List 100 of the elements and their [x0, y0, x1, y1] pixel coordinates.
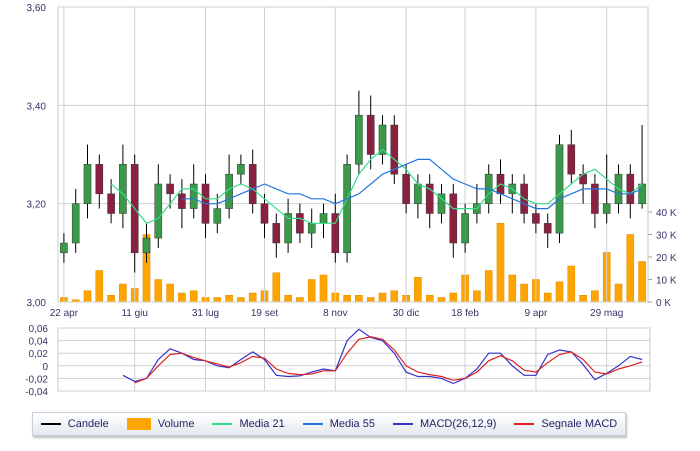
- candle: [72, 188, 80, 254]
- axis-label: 3,20: [26, 200, 46, 211]
- axis-label: 0,06: [28, 324, 48, 335]
- candle: [296, 203, 304, 244]
- volume-bar: [556, 282, 564, 302]
- axis-label: 3,60: [26, 3, 46, 14]
- axis-label: 3,40: [26, 101, 46, 112]
- candle: [107, 178, 115, 224]
- volume-bar: [272, 272, 280, 302]
- volume-bar: [154, 279, 162, 302]
- candle: [496, 158, 504, 204]
- legend-label: Segnale MACD: [541, 416, 618, 432]
- candle: [202, 174, 210, 239]
- candle: [520, 174, 528, 224]
- volume-bar: [225, 295, 233, 302]
- candle: [602, 154, 610, 224]
- volume-bar: [248, 292, 256, 302]
- volume-bar: [626, 234, 634, 302]
- axis-label: 40 K: [656, 208, 677, 219]
- volume-bar: [237, 297, 245, 302]
- candle: [414, 174, 422, 219]
- candle: [626, 164, 634, 219]
- volume-bar: [119, 284, 127, 302]
- volume-bar: [438, 297, 446, 302]
- volume-bar: [343, 295, 351, 302]
- axis-label: 0,02: [28, 349, 48, 360]
- candle: [532, 203, 540, 234]
- volume-bar: [366, 297, 374, 302]
- candle: [438, 184, 446, 224]
- axis-label: -0,02: [25, 374, 48, 386]
- volume-bar: [60, 297, 68, 302]
- volume-bar: [308, 279, 316, 302]
- legend-label: Media 55: [330, 416, 375, 432]
- volume-bar: [72, 300, 80, 302]
- candle: [260, 193, 268, 239]
- candle: [214, 193, 222, 234]
- volume-bar: [450, 292, 458, 302]
- candle: [320, 203, 328, 239]
- candle: [402, 164, 410, 214]
- volume-bar: [426, 295, 434, 302]
- legend-label: MACD(26,12,9): [420, 416, 496, 432]
- volume-bar: [638, 261, 646, 302]
- volume-bar: [544, 292, 552, 302]
- candle: [544, 213, 552, 248]
- candle: [237, 154, 245, 184]
- volume-bar: [190, 290, 198, 302]
- candle: [614, 164, 622, 214]
- candle: [308, 208, 316, 248]
- volume-bar: [568, 266, 576, 302]
- candle: [579, 164, 587, 204]
- candle: [461, 203, 469, 254]
- candle: [166, 174, 174, 210]
- axis-label: 3,00: [26, 298, 46, 309]
- volume-bar: [390, 290, 398, 302]
- candle: [484, 164, 492, 214]
- volume-bar: [296, 297, 304, 302]
- legend-label: Media 21: [239, 416, 285, 432]
- axis-label: 19 set: [250, 308, 278, 319]
- volume-bar: [591, 290, 599, 302]
- candle: [60, 232, 68, 264]
- axis-label: 22 apr: [50, 308, 78, 319]
- volume-bar: [84, 290, 92, 302]
- candle: [508, 174, 516, 214]
- candle: [96, 154, 104, 210]
- volume-bar: [202, 297, 210, 302]
- axis-label: -0,04: [25, 387, 48, 398]
- axis-label: 0,04: [28, 336, 48, 348]
- volume-bar: [484, 270, 492, 302]
- volume-bar: [520, 284, 528, 302]
- candle: [272, 213, 280, 258]
- candle: [225, 154, 233, 219]
- candle: [568, 129, 576, 184]
- candle: [284, 198, 292, 254]
- volume-bar: [508, 274, 516, 302]
- legend-label: Candele: [68, 416, 109, 432]
- volume-bar: [579, 295, 587, 302]
- volume-bar: [214, 297, 222, 302]
- axis-label: 0 K: [656, 298, 672, 309]
- axis-label: 0: [42, 362, 48, 373]
- axis-label: 30 dic: [392, 308, 420, 319]
- volume-bar: [378, 292, 386, 302]
- candle: [591, 174, 599, 229]
- candle: [142, 222, 150, 264]
- legend-label: Volume: [158, 416, 194, 432]
- axis-label: 9 apr: [524, 308, 548, 319]
- volume-bar: [96, 270, 104, 302]
- volume-bar: [178, 292, 186, 302]
- volume-bar: [473, 290, 481, 302]
- axis-label: 8 nov: [323, 308, 348, 319]
- axis-label: 11 giu: [121, 308, 148, 319]
- axis-label: 31 lug: [192, 308, 220, 319]
- volume-bar: [355, 295, 363, 302]
- candle: [378, 114, 386, 165]
- candle: [332, 193, 340, 264]
- candle: [178, 178, 186, 229]
- candle: [248, 149, 256, 214]
- candle: [190, 164, 198, 219]
- volume-bar: [614, 284, 622, 302]
- candle: [426, 174, 434, 229]
- candle: [473, 184, 481, 224]
